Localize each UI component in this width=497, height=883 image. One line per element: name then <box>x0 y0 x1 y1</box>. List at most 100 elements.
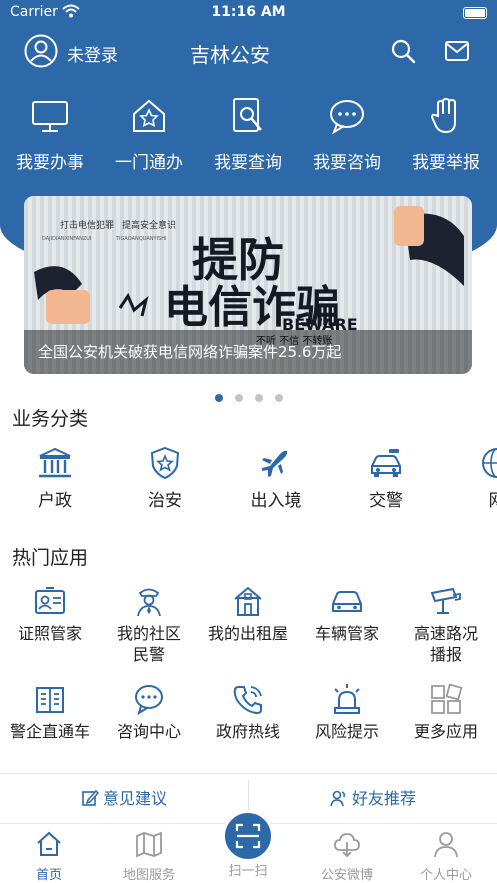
hot-apps-section-title: 热门应用 <box>12 547 89 569</box>
app-label: 车辆管家 <box>314 624 379 643</box>
app-license-manager[interactable]: 证照管家 <box>2 585 98 644</box>
monitor-icon <box>32 101 68 132</box>
battery-icon <box>463 7 487 19</box>
app-label: 警企直通车 <box>9 722 90 741</box>
quick-action-label: 我要查询 <box>214 153 282 173</box>
app-label: 更多应用 <box>413 722 478 741</box>
quick-action-label: 一门通办 <box>115 153 183 173</box>
house-star-icon <box>133 99 165 132</box>
business-categories: 户政 治安 出入境 交警 网 <box>0 446 497 516</box>
app-police-enterprise[interactable]: 警企直通车 <box>2 683 98 742</box>
category-public-security[interactable]: 治安 <box>120 446 210 511</box>
tab-label: 公安微博 <box>320 868 373 883</box>
map-icon <box>136 831 162 858</box>
scan-icon <box>235 823 261 849</box>
quick-action-consult[interactable]: 我要咨询 <box>297 90 397 173</box>
edit-icon <box>82 789 100 806</box>
tab-map-service[interactable]: 地图服务 <box>104 830 194 883</box>
app-label: 风险提示 <box>314 722 379 741</box>
app-more-apps[interactable]: 更多应用 <box>398 683 494 742</box>
carousel-dot[interactable] <box>274 394 283 402</box>
app-community-police[interactable]: 我的社区 民警 <box>101 585 197 665</box>
tab-profile[interactable]: 个人中心 <box>401 830 491 883</box>
svg-text:DAJIDIANXINFANZUI: DAJIDIANXINFANZUI <box>42 236 91 242</box>
home-icon <box>37 831 61 856</box>
carousel-dot[interactable] <box>234 394 243 402</box>
user-icon <box>434 832 458 858</box>
quick-action-report[interactable]: 我要举报 <box>396 90 496 173</box>
government-building-icon <box>39 447 71 478</box>
app-label-line2: 播报 <box>429 645 462 664</box>
top-bar: 未登录 吉林公安 <box>0 28 497 74</box>
carousel-dot[interactable] <box>254 394 263 402</box>
app-rental-house[interactable]: 我的出租屋 <box>200 585 296 644</box>
app-label: 咨询中心 <box>116 722 181 741</box>
quick-action-handle-affairs[interactable]: 我要办事 <box>0 90 100 173</box>
category-label: 交警 <box>369 491 403 511</box>
svg-text:TIGAOANQUANYISHI: TIGAOANQUANYISHI <box>115 236 166 242</box>
chat-icon <box>135 685 163 715</box>
business-section-title: 业务分类 <box>12 408 89 430</box>
svg-text:打击电信犯罪: 打击电信犯罪 <box>60 219 114 231</box>
grid-icon <box>431 683 463 714</box>
quick-action-one-stop[interactable]: 一门通办 <box>99 90 199 173</box>
banner-caption: 全国公安机关破获电信网络诈骗案件25.6万起 <box>38 343 342 361</box>
category-entry-exit[interactable]: 出入境 <box>231 446 321 511</box>
recommend-button[interactable]: 好友推荐 <box>249 774 497 824</box>
quick-action-label: 我要办事 <box>16 153 84 173</box>
globe-shield-icon <box>482 448 497 478</box>
quick-actions: 我要办事 一门通办 我要查询 我要咨询 我要举报 <box>0 90 497 180</box>
rental-house-icon <box>234 586 262 616</box>
category-label: 户政 <box>38 491 72 511</box>
hand-icon <box>430 97 456 134</box>
app-label: 证照管家 <box>17 624 82 643</box>
police-badge-icon <box>150 446 180 480</box>
tab-home[interactable]: 首页 <box>4 830 94 883</box>
app-label: 我的社区 <box>116 624 181 643</box>
building-icon <box>36 687 64 713</box>
app-gov-hotline[interactable]: 政府热线 <box>200 683 296 742</box>
mail-icon[interactable] <box>444 39 470 63</box>
category-traffic-police[interactable]: 交警 <box>341 446 431 511</box>
airplane-icon <box>262 450 288 477</box>
tab-label: 首页 <box>35 868 62 883</box>
search-doc-icon <box>233 98 262 132</box>
search-icon[interactable] <box>390 38 416 64</box>
tab-scan[interactable]: 扫一扫 <box>203 860 293 879</box>
app-vehicle-manager[interactable]: 车辆管家 <box>299 585 395 644</box>
tab-label: 地图服务 <box>122 868 175 883</box>
app-consult-center[interactable]: 咨询中心 <box>101 683 197 742</box>
carousel-dot[interactable] <box>214 394 223 402</box>
app-label: 高速路况 <box>413 624 478 643</box>
category-internet[interactable]: 网 <box>452 446 497 511</box>
app-label-line2: 民警 <box>132 645 165 664</box>
user-plus-icon <box>330 790 345 807</box>
phone-icon <box>233 686 262 715</box>
cloud-icon <box>334 833 360 858</box>
category-label: 网 <box>452 486 497 511</box>
app-label: 政府热线 <box>215 722 280 741</box>
tab-bar: 首页 地图服务 扫一扫 公安微博 个人中心 <box>0 810 497 883</box>
alarm-light-icon <box>334 684 360 714</box>
feedback-label: 意见建议 <box>102 789 167 808</box>
quick-action-label: 我要咨询 <box>313 153 381 173</box>
svg-text:提防: 提防 <box>192 233 284 287</box>
scan-button[interactable] <box>222 810 274 862</box>
quick-action-query[interactable]: 我要查询 <box>198 90 298 173</box>
category-household[interactable]: 户政 <box>10 446 100 511</box>
police-officer-icon <box>137 588 161 617</box>
tab-police-weibo[interactable]: 公安微博 <box>302 830 392 883</box>
cctv-camera-icon <box>430 587 461 614</box>
chat-bubble-icon <box>330 100 364 135</box>
tab-label: 扫一扫 <box>228 864 268 879</box>
app-highway-report[interactable]: 高速路况 播报 <box>398 585 494 665</box>
tab-label: 个人中心 <box>419 868 472 883</box>
status-bar: Carrier 11:16 AM <box>0 0 497 26</box>
recommend-label: 好友推荐 <box>351 789 416 808</box>
id-card-icon <box>35 587 65 614</box>
feedback-button[interactable]: 意见建议 <box>0 774 248 824</box>
app-risk-alert[interactable]: 风险提示 <box>299 683 395 742</box>
news-banner[interactable]: 打击电信犯罪 提高安全意识 DAJIDIANXINFANZUI TIGAOANQ… <box>24 196 472 374</box>
quick-action-label: 我要举报 <box>412 153 480 173</box>
car-icon <box>332 591 362 612</box>
